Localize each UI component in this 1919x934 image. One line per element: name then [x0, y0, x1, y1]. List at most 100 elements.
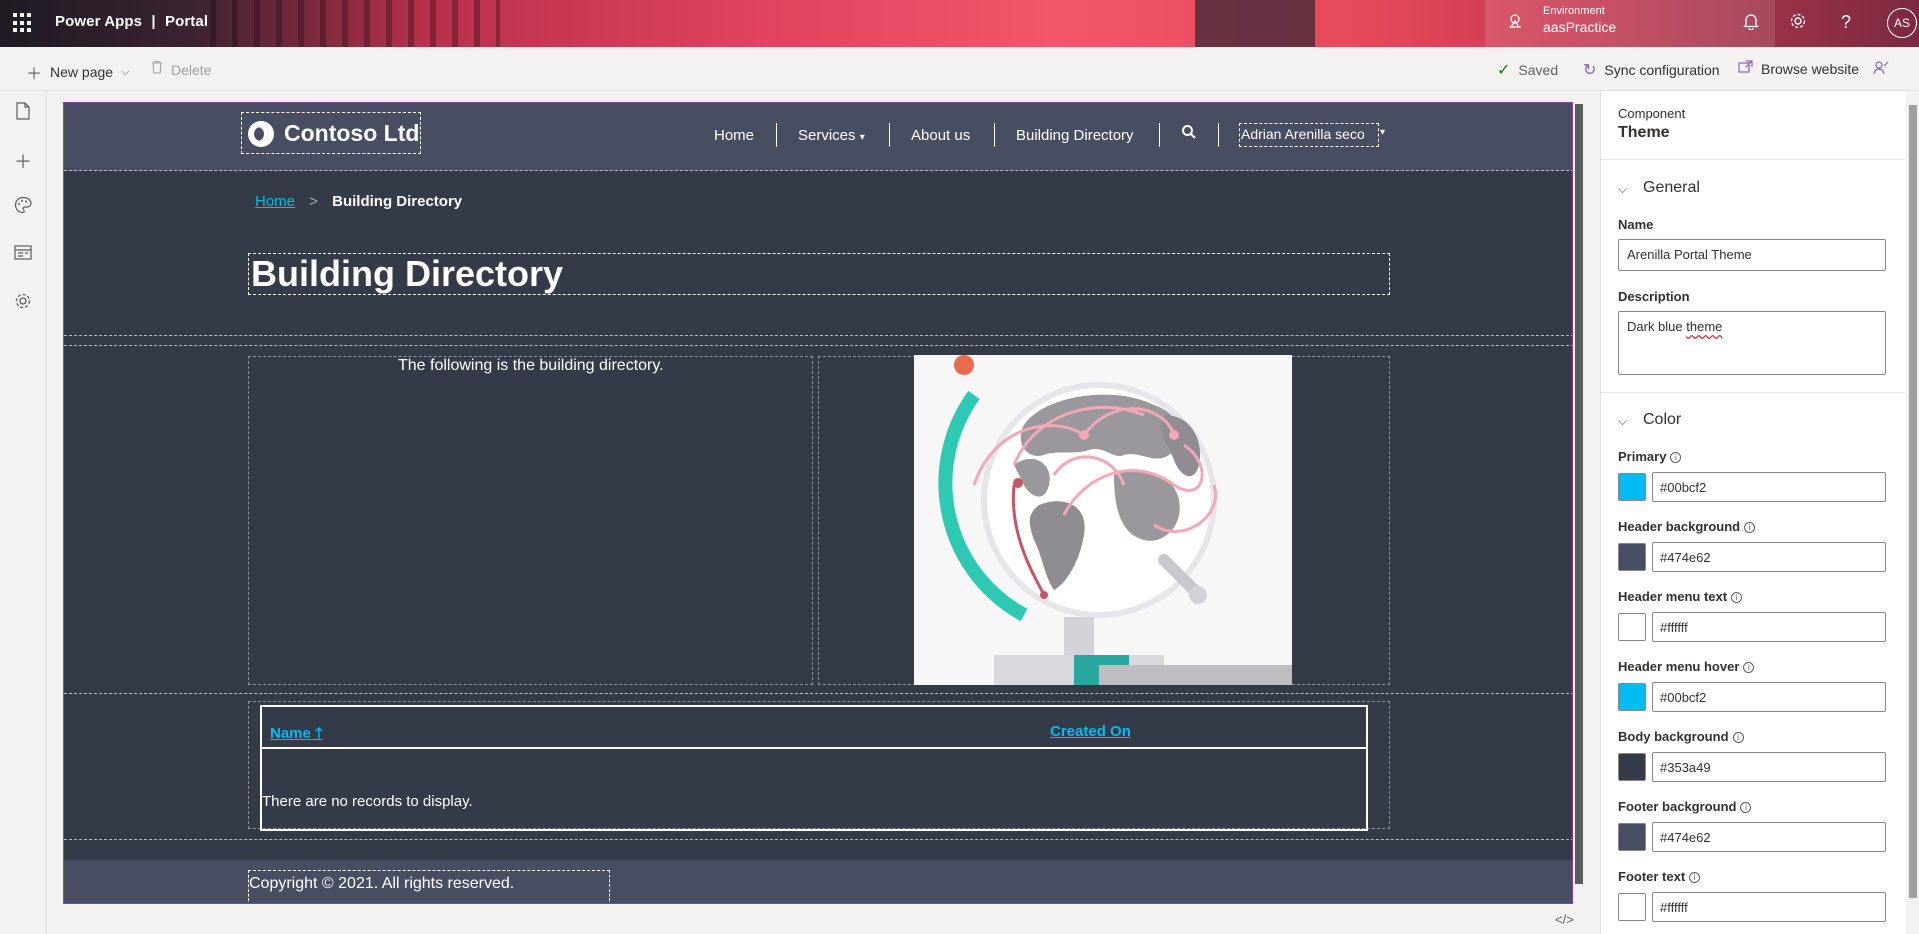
- panel-divider: [1601, 392, 1906, 393]
- site-header[interactable]: Contoso Ltd Home Services ▾ About us Bui…: [64, 103, 1572, 171]
- help-icon[interactable]: ?: [1835, 12, 1857, 33]
- nav-building-directory[interactable]: Building Directory: [1016, 127, 1134, 144]
- primary-color-field[interactable]: #00bcf2: [1652, 472, 1886, 502]
- breadcrumb-home-link[interactable]: Home: [255, 193, 295, 210]
- globe-image[interactable]: [914, 355, 1292, 685]
- footer-background-color-field[interactable]: #474e62: [1652, 822, 1886, 852]
- page-canvas[interactable]: Contoso Ltd Home Services ▾ About us Bui…: [63, 102, 1573, 904]
- nav-services[interactable]: Services ▾: [798, 127, 865, 144]
- properties-panel: Component Theme ⌵ General Name Arenilla …: [1600, 91, 1919, 934]
- app-title[interactable]: Power Apps | Portal: [55, 13, 208, 30]
- search-icon[interactable]: [1181, 124, 1197, 144]
- feedback-icon: [1873, 60, 1889, 81]
- scrollbar-thumb[interactable]: [1575, 104, 1583, 884]
- info-icon[interactable]: i: [1740, 802, 1752, 813]
- header-menu-text-label: Header menu text i: [1618, 589, 1743, 604]
- description-text: Dark blue: [1627, 319, 1687, 334]
- settings-icon[interactable]: [12, 292, 34, 314]
- info-icon[interactable]: i: [1731, 592, 1743, 603]
- section-divider: [64, 839, 1572, 840]
- browse-website-button[interactable]: Browse website: [1738, 60, 1859, 78]
- header-menu-hover-label: Header menu hover i: [1618, 659, 1755, 674]
- feedback-button[interactable]: [1873, 60, 1889, 81]
- site-footer[interactable]: Copyright © 2021. All rights reserved.: [64, 860, 1572, 903]
- canvas-scrollbar[interactable]: [1574, 102, 1584, 904]
- delete-label: Delete: [171, 61, 212, 78]
- footer-text-color-field[interactable]: #ffffff: [1652, 892, 1886, 922]
- entity-list-container[interactable]: Name 🡑 Created On There are no records t…: [248, 701, 1390, 831]
- name-label: Name: [1618, 217, 1654, 232]
- component-value: Theme: [1618, 124, 1670, 141]
- templates-icon[interactable]: [12, 244, 34, 266]
- environment-picker[interactable]: [1485, 0, 1775, 47]
- section-divider: [64, 335, 1572, 336]
- column-header-created-on[interactable]: Created On: [1050, 723, 1131, 740]
- chevron-down-icon: ⌵: [121, 65, 130, 78]
- chevron-down-icon[interactable]: ⌵: [1618, 414, 1627, 429]
- footer-text-label-text: Footer text: [1618, 869, 1686, 884]
- entity-list-table: Name 🡑 Created On There are no records t…: [260, 705, 1368, 831]
- waffle-icon[interactable]: [13, 13, 33, 33]
- title-separator: |: [151, 13, 156, 30]
- caret-down-icon: ▾: [1380, 127, 1386, 138]
- saved-status: ✓ Saved: [1497, 60, 1558, 80]
- footer-background-swatch[interactable]: [1618, 823, 1646, 851]
- gear-icon[interactable]: [1787, 12, 1809, 35]
- avatar[interactable]: AS: [1887, 8, 1917, 38]
- info-icon[interactable]: i: [1689, 872, 1701, 883]
- text-column[interactable]: [248, 356, 813, 685]
- nav-divider: [776, 123, 777, 147]
- site-logo[interactable]: Contoso Ltd: [241, 112, 421, 154]
- check-icon: ✓: [1497, 62, 1511, 79]
- info-icon[interactable]: i: [1743, 662, 1755, 673]
- description-field[interactable]: Dark blue theme: [1618, 311, 1886, 375]
- info-icon[interactable]: i: [1670, 452, 1682, 463]
- info-icon[interactable]: i: [1744, 522, 1756, 533]
- page-title-container[interactable]: Building Directory: [248, 253, 1390, 295]
- body-background-swatch[interactable]: [1618, 753, 1646, 781]
- header-menu-hover-swatch[interactable]: [1618, 683, 1646, 711]
- caret-down-icon: ▾: [859, 132, 865, 143]
- header-menu-hover-color-field[interactable]: #00bcf2: [1652, 682, 1886, 712]
- scrollbar-thumb[interactable]: [1909, 105, 1917, 898]
- section-divider: [64, 345, 1572, 346]
- tool-rail: ＋: [0, 91, 47, 934]
- footer-background-label-text: Footer background: [1618, 799, 1737, 814]
- up-arrow-icon: 🡑: [315, 725, 323, 742]
- footer-text-swatch[interactable]: [1618, 893, 1646, 921]
- footer-copyright-box[interactable]: Copyright © 2021. All rights reserved.: [248, 870, 610, 903]
- info-icon[interactable]: i: [1732, 732, 1744, 743]
- intro-text: The following is the building directory.: [398, 357, 664, 374]
- palette-icon[interactable]: [12, 196, 34, 218]
- header-menu-text-color-field[interactable]: #ffffff: [1652, 612, 1886, 642]
- panel-scrollbar[interactable]: [1906, 91, 1919, 934]
- header-background-label: Header background i: [1618, 519, 1756, 534]
- general-section-title[interactable]: General: [1643, 179, 1700, 197]
- pages-icon[interactable]: [12, 102, 34, 124]
- sync-configuration-button[interactable]: ↻ Sync configuration: [1583, 60, 1720, 80]
- new-page-button[interactable]: ＋ New page ⌵: [26, 60, 129, 84]
- banner-decoration: [210, 0, 500, 47]
- nav-home[interactable]: Home: [714, 127, 754, 144]
- footer-copyright: Copyright © 2021. All rights reserved.: [249, 875, 515, 892]
- browse-label: Browse website: [1761, 61, 1860, 77]
- plus-icon: ＋: [26, 66, 43, 83]
- primary-swatch[interactable]: [1618, 473, 1646, 501]
- delete-button[interactable]: Delete: [151, 60, 211, 79]
- column-header-name[interactable]: Name 🡑: [270, 723, 323, 748]
- header-background-color-field[interactable]: #474e62: [1652, 542, 1886, 572]
- nav-about-us[interactable]: About us: [911, 127, 970, 144]
- add-icon[interactable]: ＋: [12, 148, 34, 172]
- bell-icon[interactable]: [1740, 12, 1762, 35]
- body-background-label: Body background i: [1618, 729, 1744, 744]
- body-background-color-field[interactable]: #353a49: [1652, 752, 1886, 782]
- code-icon[interactable]: </>: [1555, 912, 1574, 927]
- user-menu[interactable]: Adrian Arenilla seco: [1239, 123, 1379, 147]
- header-background-swatch[interactable]: [1618, 543, 1646, 571]
- chevron-down-icon[interactable]: ⌵: [1618, 182, 1627, 197]
- portal-studio: Power Apps | Portal Environment aasPract…: [0, 0, 1919, 934]
- component-label: Component: [1618, 106, 1686, 121]
- header-menu-text-swatch[interactable]: [1618, 613, 1646, 641]
- color-section-title[interactable]: Color: [1643, 411, 1681, 429]
- name-field[interactable]: Arenilla Portal Theme: [1618, 239, 1886, 271]
